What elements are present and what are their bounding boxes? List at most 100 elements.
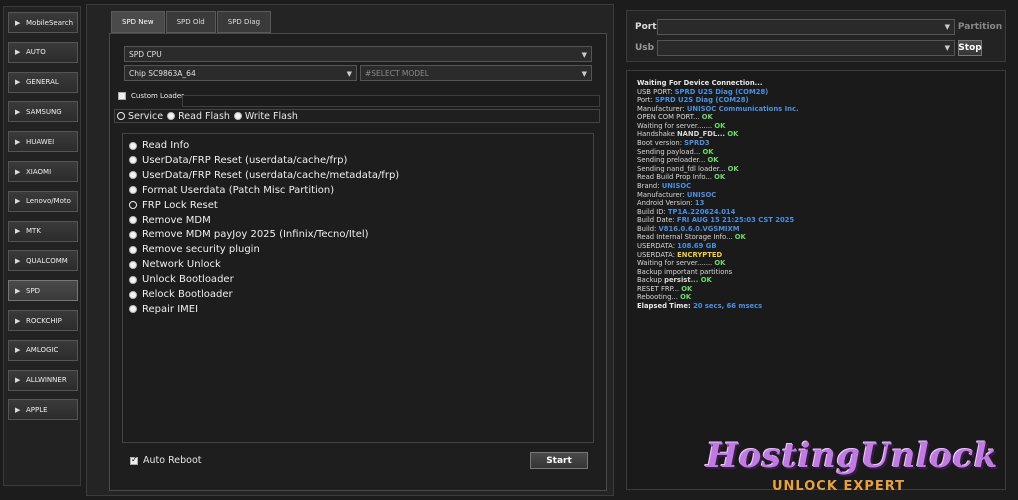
radio-button[interactable] [129,305,137,314]
partition-button[interactable]: Partition [958,19,1002,35]
sidebar-item-spd[interactable]: ▶ SPD [8,280,78,302]
mode-radio-write-flash[interactable]: Write Flash [233,111,298,122]
sidebar-item-label: APPLE [26,405,48,414]
log-text: Elapsed Time: [637,302,694,311]
sidebar-item-mobilesearch[interactable]: ▶ MobileSearch [8,12,78,33]
operation-radio-8[interactable]: Network Unlock [129,259,221,270]
chip-select[interactable]: Chip SC9863A_64 ▼ [124,65,357,81]
log-text: Read Build Prop Info... [637,173,715,182]
log-ok: OK [680,293,692,302]
log-text: Brand: [637,181,662,190]
operation-label: Unlock Bootloader [142,274,234,286]
operation-label: Remove security plugin [142,244,260,256]
cpu-select[interactable]: SPD CPU ▼ [124,46,592,62]
log-text: OPEN COM PORT... [637,113,702,122]
sidebar-item-samsung[interactable]: ▶ SAMSUNG [8,101,78,123]
sidebar-item-auto[interactable]: ▶ AUTO [8,41,78,63]
operation-radio-6[interactable]: Remove MDM payJoy 2025 (Infinix/Tecno/It… [129,229,369,240]
radio-button[interactable] [129,201,137,210]
radio-button[interactable] [129,275,137,284]
sidebar-item-label: ROCKCHIP [26,316,62,325]
sidebar-item-allwinner[interactable]: ▶ ALLWINNER [8,369,78,391]
operation-radio-3[interactable]: Format Userdata (Patch Misc Partition) [129,185,334,196]
tab-spd-diag[interactable]: SPD Diag [216,11,272,33]
model-select[interactable]: #SELECT MODEL ▼ [360,65,592,81]
operation-radio-7[interactable]: Remove security plugin [129,244,260,255]
log-line: USB PORT: SPRD U2S Diag (COM28) [637,88,1005,97]
log-line: USERDATA: ENCRYPTED [637,251,1005,260]
operation-label: UserData/FRP Reset (userdata/cache/metad… [142,169,400,181]
log-text: Sending payload... [637,147,703,156]
operation-radio-5[interactable]: Remove MDM [129,215,211,226]
sidebar-item-qualcomm[interactable]: ▶ QUALCOMM [8,250,78,272]
usb-select[interactable]: ▼ [657,40,955,56]
mode-radio-read-flash[interactable]: Read Flash [167,111,230,122]
sidebar-item-rockchip[interactable]: ▶ ROCKCHIP [8,310,78,331]
port-select[interactable]: ▼ [657,19,955,35]
operation-radio-1[interactable]: UserData/FRP Reset (userdata/cache/frp) [129,155,347,166]
port-label: Port [635,22,657,32]
sidebar-item-amlogic[interactable]: ▶ AMLOGIC [8,339,78,361]
sidebar-item-mtk[interactable]: ▶ MTK [8,220,78,242]
log-line: Waiting For Device Connection... [637,79,1005,88]
radio-button[interactable] [129,156,137,165]
start-button[interactable]: Start [530,452,588,469]
operation-radio-10[interactable]: Relock Bootloader [129,289,233,300]
operation-label: Read Info [142,140,190,151]
chevron-down-icon: ▼ [944,23,950,31]
log-text: Backup important partitions [637,267,733,276]
checkbox[interactable] [118,92,126,100]
chevron-down-icon: ▼ [346,70,352,78]
radio-button[interactable] [129,260,137,269]
custom-loader-path[interactable] [182,95,600,107]
sidebar-item-general[interactable]: ▶ GENERAL [8,71,78,93]
operation-radio-0[interactable]: Read Info [129,140,189,151]
radio-button[interactable] [129,290,137,299]
mode-radio-service[interactable]: Service [117,111,163,122]
log-line: Boot version: SPRD3 [637,139,1005,148]
log-ok: OK [714,259,726,268]
arrow-icon: ▶ [15,137,21,146]
arrow-icon: ▶ [15,107,21,116]
log-line: Backup persist... OK [637,276,1005,285]
tab-spd-old[interactable]: SPD Old [165,11,216,33]
log-line: Sending preloader... OK [637,156,1005,165]
radio-button[interactable] [167,112,176,120]
tab-spd-new[interactable]: SPD New [111,11,165,33]
log-line: Elapsed Time: 20 secs, 66 msecs [637,302,1005,311]
sidebar-item-label: ALLWINNER [26,376,67,385]
radio-button[interactable] [117,112,125,120]
operation-radio-2[interactable]: UserData/FRP Reset (userdata/cache/metad… [129,170,399,181]
sidebar-item-xiaomi[interactable]: ▶ XIAOMI [8,161,78,182]
radio-button[interactable] [129,245,137,254]
log-text: Waiting for server....... [637,121,715,130]
log-ok: ... OK [690,276,712,285]
radio-button[interactable] [129,186,137,195]
log-text: Build Date: [637,216,677,225]
log-text: USERDATA: [637,250,678,259]
sidebar-item-huawei[interactable]: ▶ HUAWEI [8,131,78,153]
radio-button[interactable] [129,230,137,239]
radio-button[interactable] [233,112,242,120]
radio-button[interactable] [129,141,137,150]
operation-radio-4[interactable]: FRP Lock Reset [129,200,218,211]
stop-button[interactable]: Stop [958,40,982,56]
operation-label: Remove MDM payJoy 2025 (Infinix/Tecno/It… [142,229,369,241]
sidebar-item-lenovo-moto[interactable]: ▶ Lenovo/Moto [8,190,78,212]
log-text: USERDATA: [637,241,678,250]
log-line: Read Build Prop Info... OK [637,173,1005,182]
checkbox[interactable] [130,455,138,465]
log-text: Handshake [637,130,677,139]
sidebar-item-label: HUAWEI [26,137,55,146]
operation-radio-9[interactable]: Unlock Bootloader [129,274,234,285]
log-v: FRI AUG 15 21:25:03 CST 2025 [676,216,795,225]
radio-button[interactable] [129,216,137,224]
sidebar-item-label: MobileSearch [26,18,74,27]
sidebar-item-apple[interactable]: ▶ APPLE [8,399,78,421]
custom-loader-checkbox[interactable]: Custom Loader [118,92,184,100]
auto-reboot-checkbox[interactable]: Auto Reboot [130,455,201,466]
operation-radio-11[interactable]: Repair IMEI [129,304,198,315]
log-ok: OK [734,233,746,242]
radio-button[interactable] [129,171,137,180]
sidebar-item-label: AMLOGIC [26,346,59,355]
